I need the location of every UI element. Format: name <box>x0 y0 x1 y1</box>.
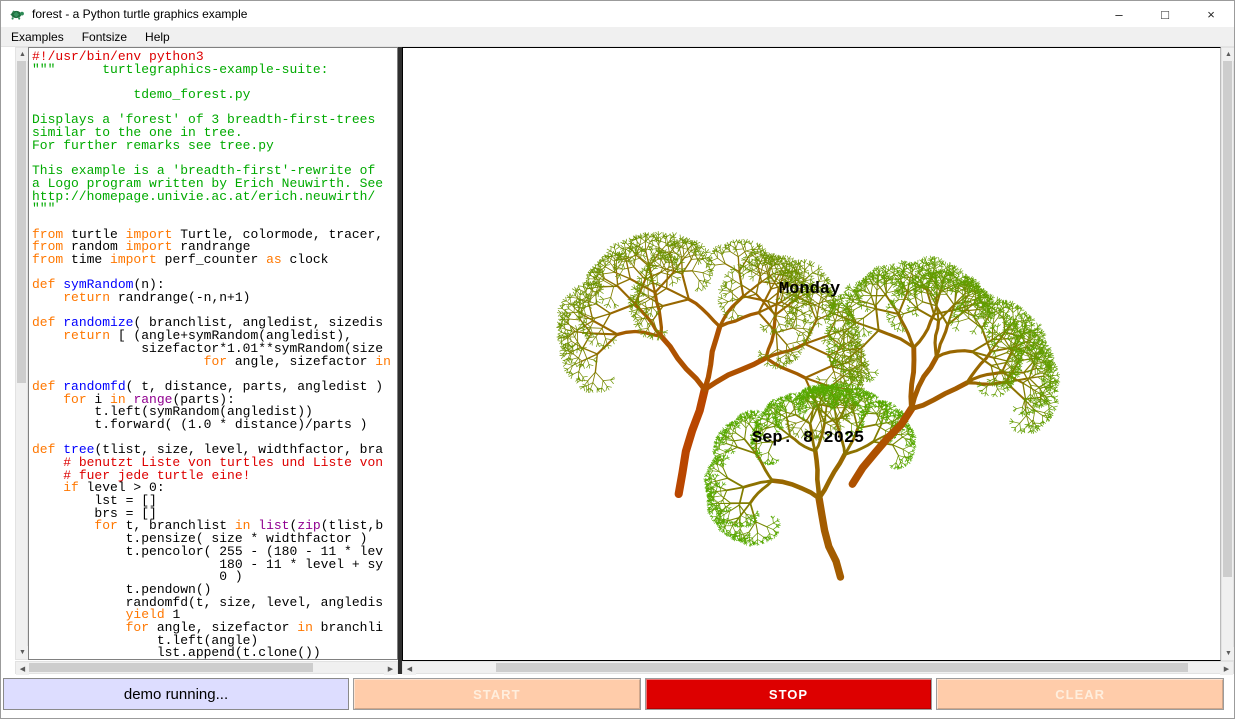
canvas-vscroll-thumb[interactable] <box>1223 61 1232 577</box>
tree-canvas-svg <box>403 48 1220 660</box>
window-title: forest - a Python turtle graphics exampl… <box>32 7 1096 21</box>
titlebar: forest - a Python turtle graphics exampl… <box>1 1 1234 27</box>
scroll-left-icon[interactable]: ◀ <box>16 662 29 675</box>
control-bar: demo running... START STOP CLEAR <box>1 677 1234 711</box>
minimize-icon: – <box>1115 7 1122 22</box>
canvas-vertical-scrollbar[interactable]: ▲ ▼ <box>1221 47 1234 661</box>
menubar: Examples Fontsize Help <box>1 27 1234 47</box>
turtle-icon <box>9 6 25 22</box>
menu-item-help[interactable]: Help <box>137 28 178 46</box>
scroll-left-icon[interactable]: ◀ <box>403 662 416 675</box>
code-vscroll-thumb[interactable] <box>17 61 26 383</box>
code-lines: #!/usr/bin/env python3""" turtlegraphics… <box>32 51 397 660</box>
scroll-up-icon[interactable]: ▲ <box>1222 48 1235 61</box>
status-label: demo running... <box>3 678 349 710</box>
code-text[interactable]: #!/usr/bin/env python3""" turtlegraphics… <box>28 47 398 660</box>
scroll-right-icon[interactable]: ▶ <box>1220 662 1233 675</box>
code-horizontal-scrollbar[interactable]: ◀ ▶ <box>15 661 398 674</box>
code-vertical-scrollbar[interactable]: ▲ ▼ <box>15 47 28 660</box>
maximize-icon: □ <box>1161 7 1169 22</box>
close-button[interactable]: × <box>1188 1 1234 27</box>
stop-button[interactable]: STOP <box>645 678 933 710</box>
canvas-horizontal-scrollbar[interactable]: ◀ ▶ <box>402 661 1234 674</box>
app-window: forest - a Python turtle graphics exampl… <box>0 0 1235 719</box>
canvas-label-monday: Monday <box>779 280 840 299</box>
canvas-pane: Monday Sep. 8 2025 ▲ ▼ ◀ ▶ <box>402 47 1234 674</box>
menu-item-examples[interactable]: Examples <box>3 28 72 46</box>
turtle-canvas: Monday Sep. 8 2025 <box>402 47 1221 661</box>
menu-item-fontsize[interactable]: Fontsize <box>74 28 135 46</box>
maximize-button[interactable]: □ <box>1142 1 1188 27</box>
scroll-right-icon[interactable]: ▶ <box>384 662 397 675</box>
code-hscroll-thumb[interactable] <box>29 663 313 672</box>
close-icon: × <box>1207 7 1215 22</box>
minimize-button[interactable]: – <box>1096 1 1142 27</box>
canvas-label-date: Sep. 8 2025 <box>752 429 864 448</box>
start-button[interactable]: START <box>353 678 641 710</box>
main-split: ▲ ▼ #!/usr/bin/env python3""" turtlegrap… <box>1 47 1234 674</box>
clear-button[interactable]: CLEAR <box>936 678 1224 710</box>
code-pane: ▲ ▼ #!/usr/bin/env python3""" turtlegrap… <box>1 47 398 674</box>
scroll-down-icon[interactable]: ▼ <box>1222 647 1235 660</box>
canvas-hscroll-thumb[interactable] <box>496 663 1187 672</box>
